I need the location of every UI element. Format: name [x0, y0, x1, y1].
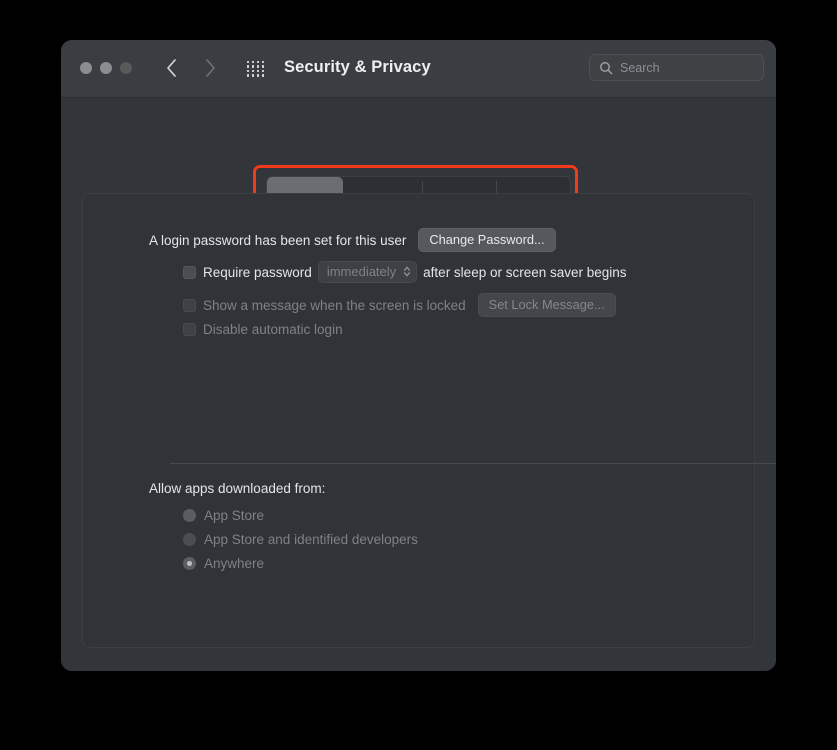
allow-apps-heading: Allow apps downloaded from:	[149, 481, 326, 496]
window-titlebar: Security & Privacy Search	[61, 40, 776, 98]
require-password-interval-value: immediately	[326, 264, 397, 279]
radio-app-store-indicator	[183, 509, 196, 522]
show-lock-message-checkbox[interactable]	[183, 298, 196, 312]
traffic-lights	[80, 62, 132, 74]
close-button[interactable]	[80, 62, 92, 74]
show-lock-message-label: Show a message when the screen is locked	[203, 297, 466, 313]
require-password-interval-select[interactable]: immediately	[317, 261, 418, 283]
radio-identified-developers-label: App Store and identified developers	[204, 532, 418, 547]
screen-root: Security & Privacy Search A login passwo…	[0, 0, 837, 750]
content-panel: A login password has been set for this u…	[82, 193, 776, 648]
grid-view-icon[interactable]	[247, 61, 265, 77]
disable-autologin-label: Disable automatic login	[203, 322, 343, 337]
radio-app-store[interactable]: App Store	[183, 508, 264, 523]
zoom-button[interactable]	[120, 62, 132, 74]
require-password-label: Require password	[203, 264, 312, 280]
search-icon	[599, 61, 613, 75]
chevron-updown-icon	[403, 265, 411, 278]
radio-anywhere[interactable]: Anywhere	[183, 556, 264, 571]
change-password-button[interactable]: Change Password...	[418, 228, 556, 252]
login-password-text: A login password has been set for this u…	[149, 232, 407, 248]
chevron-left-icon[interactable]	[165, 57, 178, 79]
allow-apps-heading-row: Allow apps downloaded from:	[149, 481, 325, 496]
radio-app-store-label: App Store	[204, 508, 265, 523]
search-placeholder: Search	[620, 60, 660, 75]
minimize-button[interactable]	[100, 62, 112, 74]
radio-identified-developers-indicator	[183, 533, 196, 546]
show-lock-message-row: Show a message when the screen is locked…	[183, 293, 616, 317]
chevron-right-icon[interactable]	[204, 57, 217, 79]
radio-anywhere-indicator	[183, 557, 196, 570]
navigation-chevrons	[165, 57, 217, 79]
login-password-row: A login password has been set for this u…	[149, 228, 556, 252]
require-password-row: Require password immediately after sleep…	[183, 261, 627, 283]
radio-anywhere-label: Anywhere	[204, 556, 265, 571]
require-password-checkbox[interactable]	[183, 265, 196, 279]
disable-autologin-checkbox[interactable]	[183, 323, 196, 336]
set-lock-message-button[interactable]: Set Lock Message...	[477, 293, 616, 317]
radio-app-store-identified-developers[interactable]: App Store and identified developers	[183, 532, 418, 547]
preferences-window: Security & Privacy Search A login passwo…	[61, 40, 776, 671]
section-divider	[170, 463, 776, 464]
disable-autologin-row: Disable automatic login	[183, 322, 343, 337]
page-title: Security & Privacy	[284, 58, 431, 76]
require-password-suffix: after sleep or screen saver begins	[423, 264, 627, 280]
window-body: A login password has been set for this u…	[61, 98, 776, 671]
search-input[interactable]: Search	[589, 54, 764, 81]
